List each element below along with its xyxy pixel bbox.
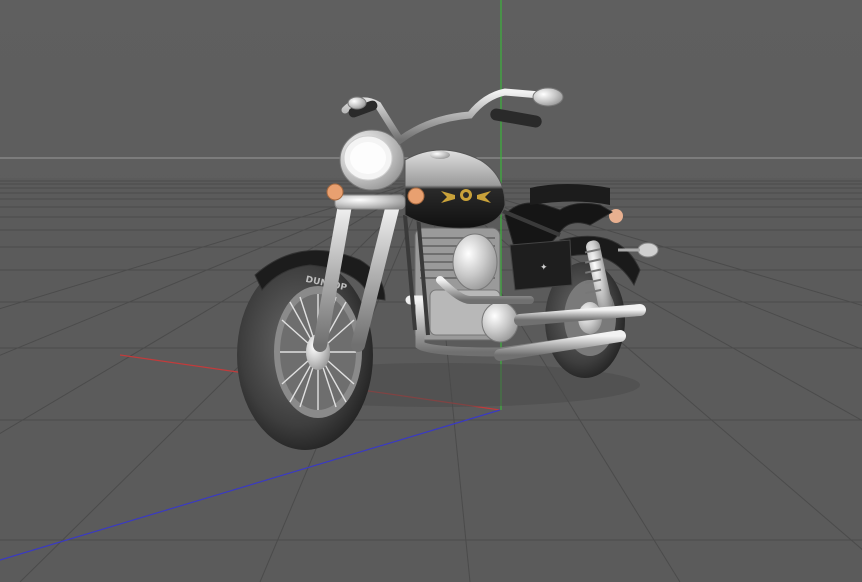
left-turn-signal <box>326 183 344 201</box>
viewport-canvas[interactable]: ✦ <box>0 0 862 582</box>
rear-turn-signal <box>637 242 659 258</box>
headlight <box>339 129 405 191</box>
front-wheel <box>237 260 373 450</box>
right-turn-signal <box>407 187 425 205</box>
tank-cap <box>430 151 450 159</box>
side-cover-badge: ✦ <box>540 263 548 273</box>
3d-viewport[interactable]: ✦ <box>0 0 862 582</box>
